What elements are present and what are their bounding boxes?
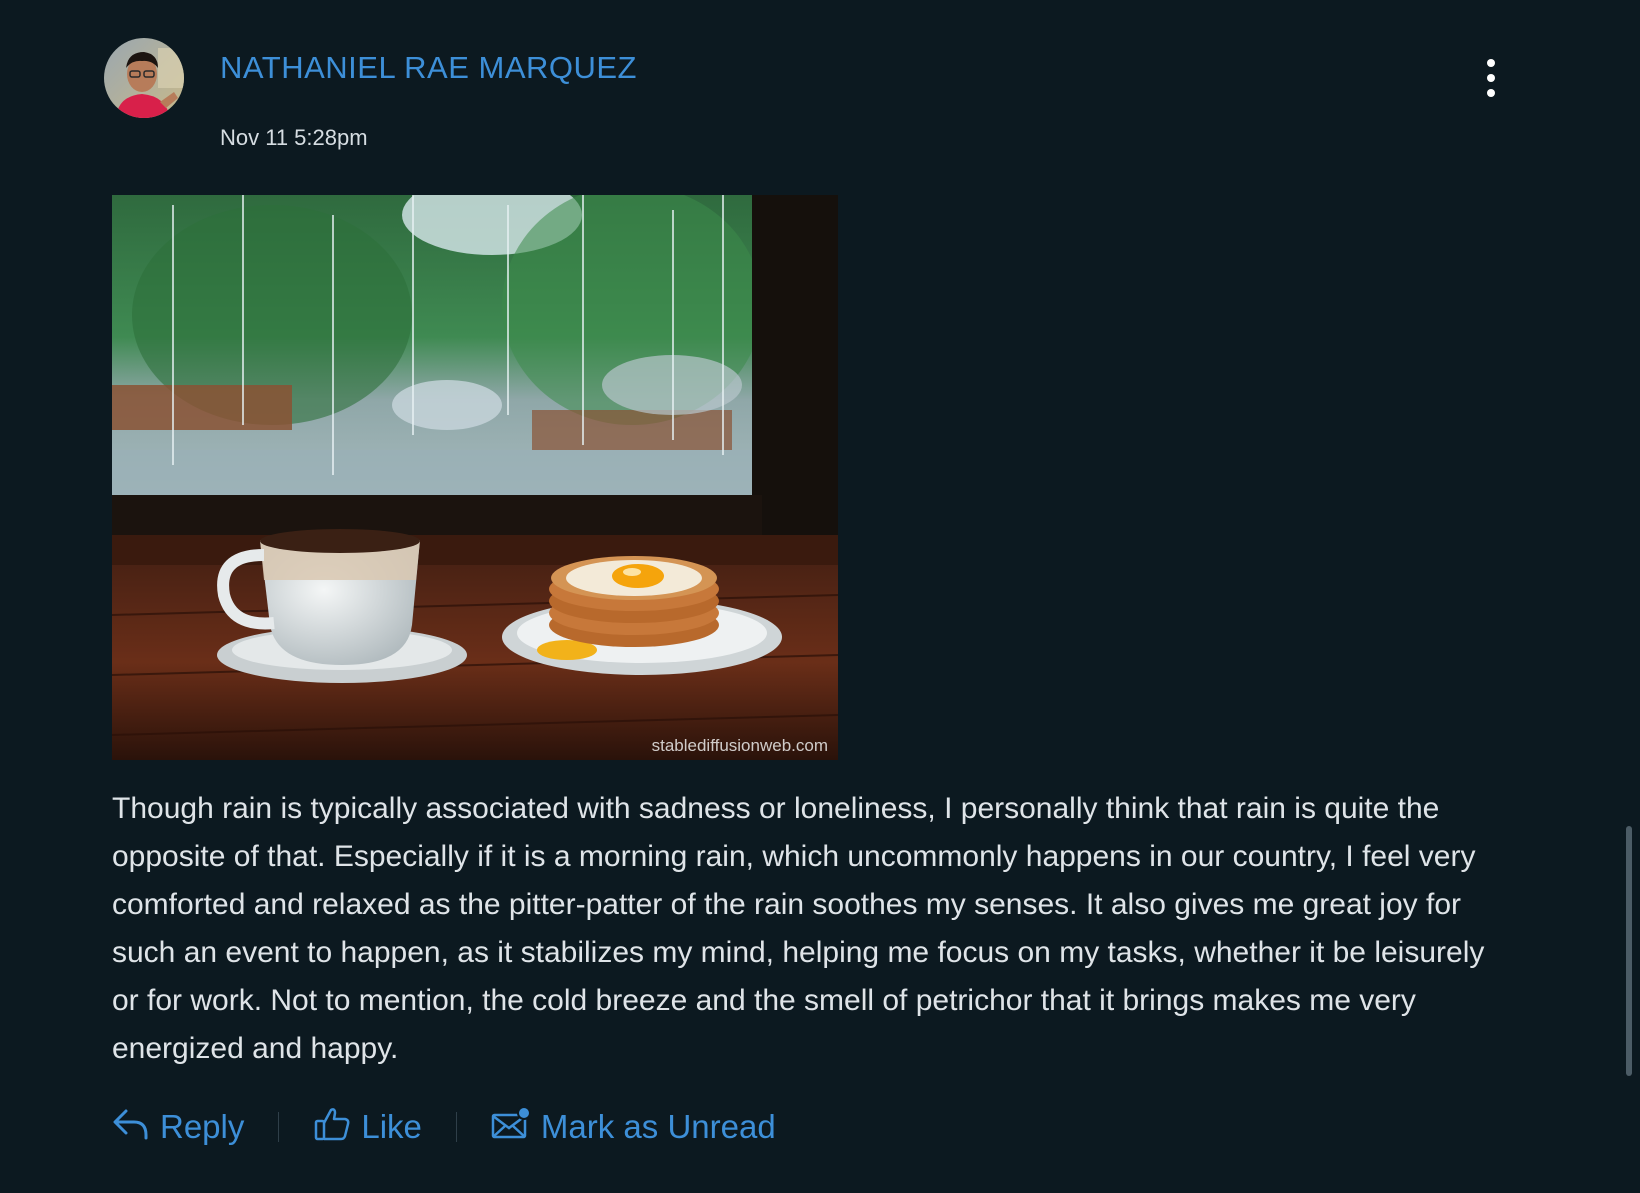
image-watermark: stablediffusionweb.com — [651, 736, 828, 755]
avatar[interactable] — [104, 38, 184, 118]
post-actions: Reply Like Mark as Unread — [112, 1102, 776, 1152]
post-timestamp: Nov 11 5:28pm — [220, 125, 368, 150]
scrollbar[interactable] — [1626, 826, 1632, 1076]
action-divider — [278, 1112, 280, 1142]
discussion-post: NATHANIEL RAE MARQUEZ Nov 11 5:28pm stab… — [0, 0, 1640, 1193]
post-body: Though rain is typically associated with… — [112, 792, 1485, 1065]
post-image[interactable]: stablediffusionweb.com — [112, 195, 838, 760]
action-divider — [455, 1112, 457, 1142]
more-options-icon[interactable] — [1476, 56, 1506, 100]
reply-button[interactable]: Reply — [112, 1105, 244, 1149]
envelope-dot-icon — [491, 1105, 541, 1149]
thumbs-up-icon — [313, 1104, 361, 1150]
like-button[interactable]: Like — [313, 1104, 422, 1150]
like-label: Like — [361, 1108, 422, 1145]
author-name[interactable]: NATHANIEL RAE MARQUEZ — [220, 50, 637, 86]
mark-as-unread-label: Mark as Unread — [540, 1108, 776, 1145]
reply-arrow-icon — [112, 1105, 160, 1149]
reply-label: Reply — [160, 1108, 245, 1145]
mark-as-unread-button[interactable]: Mark as Unread — [491, 1105, 776, 1149]
